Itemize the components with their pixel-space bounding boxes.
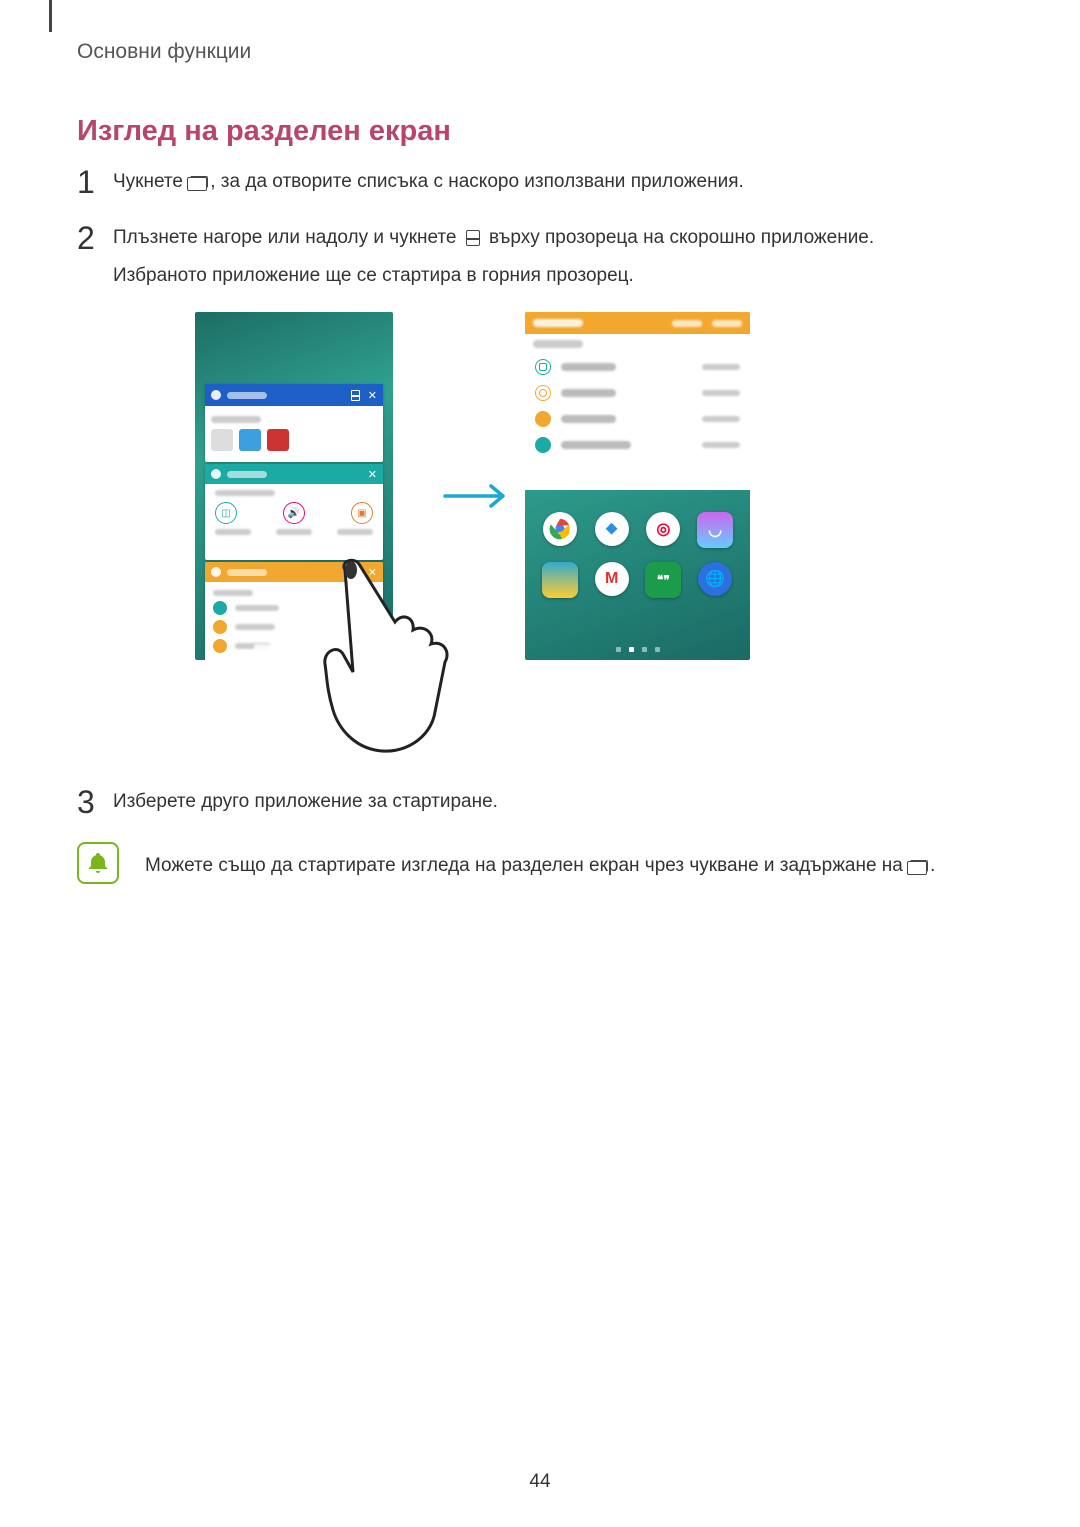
text-line2: Избраното приложение ще се стартира в го… bbox=[113, 265, 634, 286]
text-pre: Плъзнете нагоре или надолу и чукнете bbox=[113, 227, 462, 248]
split-screen-icon bbox=[462, 230, 484, 246]
app-icon: ◎ bbox=[646, 512, 680, 546]
tip-block: Можете също да стартирате изгледа на раз… bbox=[77, 842, 935, 884]
text-post: . bbox=[930, 855, 935, 876]
card-header: ✕ bbox=[205, 464, 383, 484]
tip-text: Можете също да стартирате изгледа на раз… bbox=[145, 850, 935, 884]
close-icon: ✕ bbox=[368, 389, 377, 402]
dot bbox=[616, 647, 621, 652]
recent-card-internet: ✕ bbox=[205, 384, 383, 462]
file-row bbox=[525, 380, 750, 406]
step-number: 3 bbox=[77, 786, 107, 818]
blur-text bbox=[215, 490, 275, 496]
action-blur bbox=[672, 320, 702, 327]
text-post: , за да отворите списъка с наскоро изпол… bbox=[210, 171, 744, 192]
tile bbox=[267, 429, 289, 451]
dot bbox=[642, 647, 647, 652]
step-text: Изберете друго приложение за стартиране. bbox=[113, 786, 498, 818]
page-indicator bbox=[525, 647, 750, 652]
blur-text bbox=[213, 590, 253, 596]
blur-text bbox=[235, 624, 275, 630]
tile bbox=[239, 429, 261, 451]
blur-text bbox=[702, 390, 740, 396]
recents-icon bbox=[908, 858, 930, 874]
recent-card-settings: ✕ ◫ 🔊 ▣ bbox=[205, 464, 383, 560]
chrome-icon bbox=[543, 512, 577, 546]
text-mid: върху прозореца на скорошно приложение. bbox=[484, 227, 874, 248]
close-icon: ✕ bbox=[368, 468, 377, 481]
arrow-right-icon bbox=[443, 482, 513, 515]
card-header: ✕ bbox=[205, 384, 383, 406]
step-2: 2 Плъзнете нагоре или надолу и чукнете в… bbox=[77, 222, 874, 293]
dot-active bbox=[629, 647, 634, 652]
app-icon bbox=[211, 469, 221, 479]
audio-icon bbox=[535, 411, 551, 427]
hand-pointer-illustration bbox=[285, 552, 485, 767]
dropbox-icon: ⬥ bbox=[595, 512, 629, 546]
blur-text bbox=[276, 529, 312, 535]
split-screen-icon bbox=[351, 390, 360, 401]
text-pre: Чукнете bbox=[113, 171, 188, 192]
app-title-blur bbox=[227, 569, 267, 576]
step-number: 2 bbox=[77, 222, 107, 293]
section-header: Основни функции bbox=[77, 40, 251, 64]
blur-text bbox=[215, 529, 251, 535]
category-icon bbox=[213, 601, 227, 615]
blur-text bbox=[235, 605, 279, 611]
action-blur bbox=[712, 320, 742, 327]
blur-text bbox=[561, 415, 616, 423]
file-row bbox=[525, 406, 750, 432]
app-grid: ⬥ ◎ ◡ M ❝❞ 🌐 bbox=[525, 512, 750, 598]
recents-icon bbox=[188, 174, 210, 190]
text-pre: Можете също да стартирате изгледа на раз… bbox=[145, 855, 908, 876]
file-row bbox=[525, 354, 750, 380]
tile bbox=[211, 429, 233, 451]
category-icon bbox=[213, 620, 227, 634]
bell-icon bbox=[77, 842, 119, 884]
blur-text bbox=[561, 441, 631, 449]
top-app-pane bbox=[525, 312, 750, 490]
blur-text bbox=[337, 529, 373, 535]
browser-icon: 🌐 bbox=[698, 562, 732, 596]
app-bar bbox=[525, 312, 750, 334]
figure: ✕ ✕ ◫ 🔊 bbox=[195, 312, 935, 747]
step-1: 1 Чукнете , за да отворите списъка с нас… bbox=[77, 166, 744, 198]
section-label-blur bbox=[533, 340, 583, 348]
gmail-icon: M bbox=[595, 562, 629, 596]
page-number: 44 bbox=[529, 1471, 550, 1493]
app-title-blur bbox=[533, 319, 583, 327]
videos-icon bbox=[535, 385, 551, 401]
app-icon bbox=[211, 567, 221, 577]
app-icon bbox=[211, 390, 221, 400]
file-row bbox=[525, 432, 750, 458]
setting-icon: ▣ bbox=[351, 502, 373, 524]
blur-text bbox=[702, 416, 740, 422]
category-icon bbox=[213, 639, 227, 653]
step-text: Чукнете , за да отворите списъка с наско… bbox=[113, 166, 744, 198]
blur-text bbox=[702, 442, 740, 448]
app-icon: ◡ bbox=[697, 512, 733, 548]
tab-edge bbox=[49, 0, 52, 32]
app-icon bbox=[542, 562, 578, 598]
blur-text bbox=[561, 389, 616, 397]
hangouts-icon: ❝❞ bbox=[645, 562, 681, 598]
blur-text bbox=[561, 363, 616, 371]
step-3: 3 Изберете друго приложение за стартиран… bbox=[77, 786, 498, 818]
blur-text bbox=[211, 416, 261, 423]
app-title-blur bbox=[227, 471, 267, 478]
blur-text bbox=[702, 364, 740, 370]
page-title: Изглед на разделен екран bbox=[77, 115, 451, 148]
dot bbox=[655, 647, 660, 652]
step-number: 1 bbox=[77, 166, 107, 198]
setting-icon: ◫ bbox=[215, 502, 237, 524]
images-icon bbox=[535, 359, 551, 375]
app-title-blur bbox=[227, 392, 267, 399]
documents-icon bbox=[535, 437, 551, 453]
setting-icon: 🔊 bbox=[283, 502, 305, 524]
step-text: Плъзнете нагоре или надолу и чукнете вър… bbox=[113, 222, 874, 293]
screenshot-split-result: ⬥ ◎ ◡ M ❝❞ 🌐 bbox=[525, 312, 750, 660]
